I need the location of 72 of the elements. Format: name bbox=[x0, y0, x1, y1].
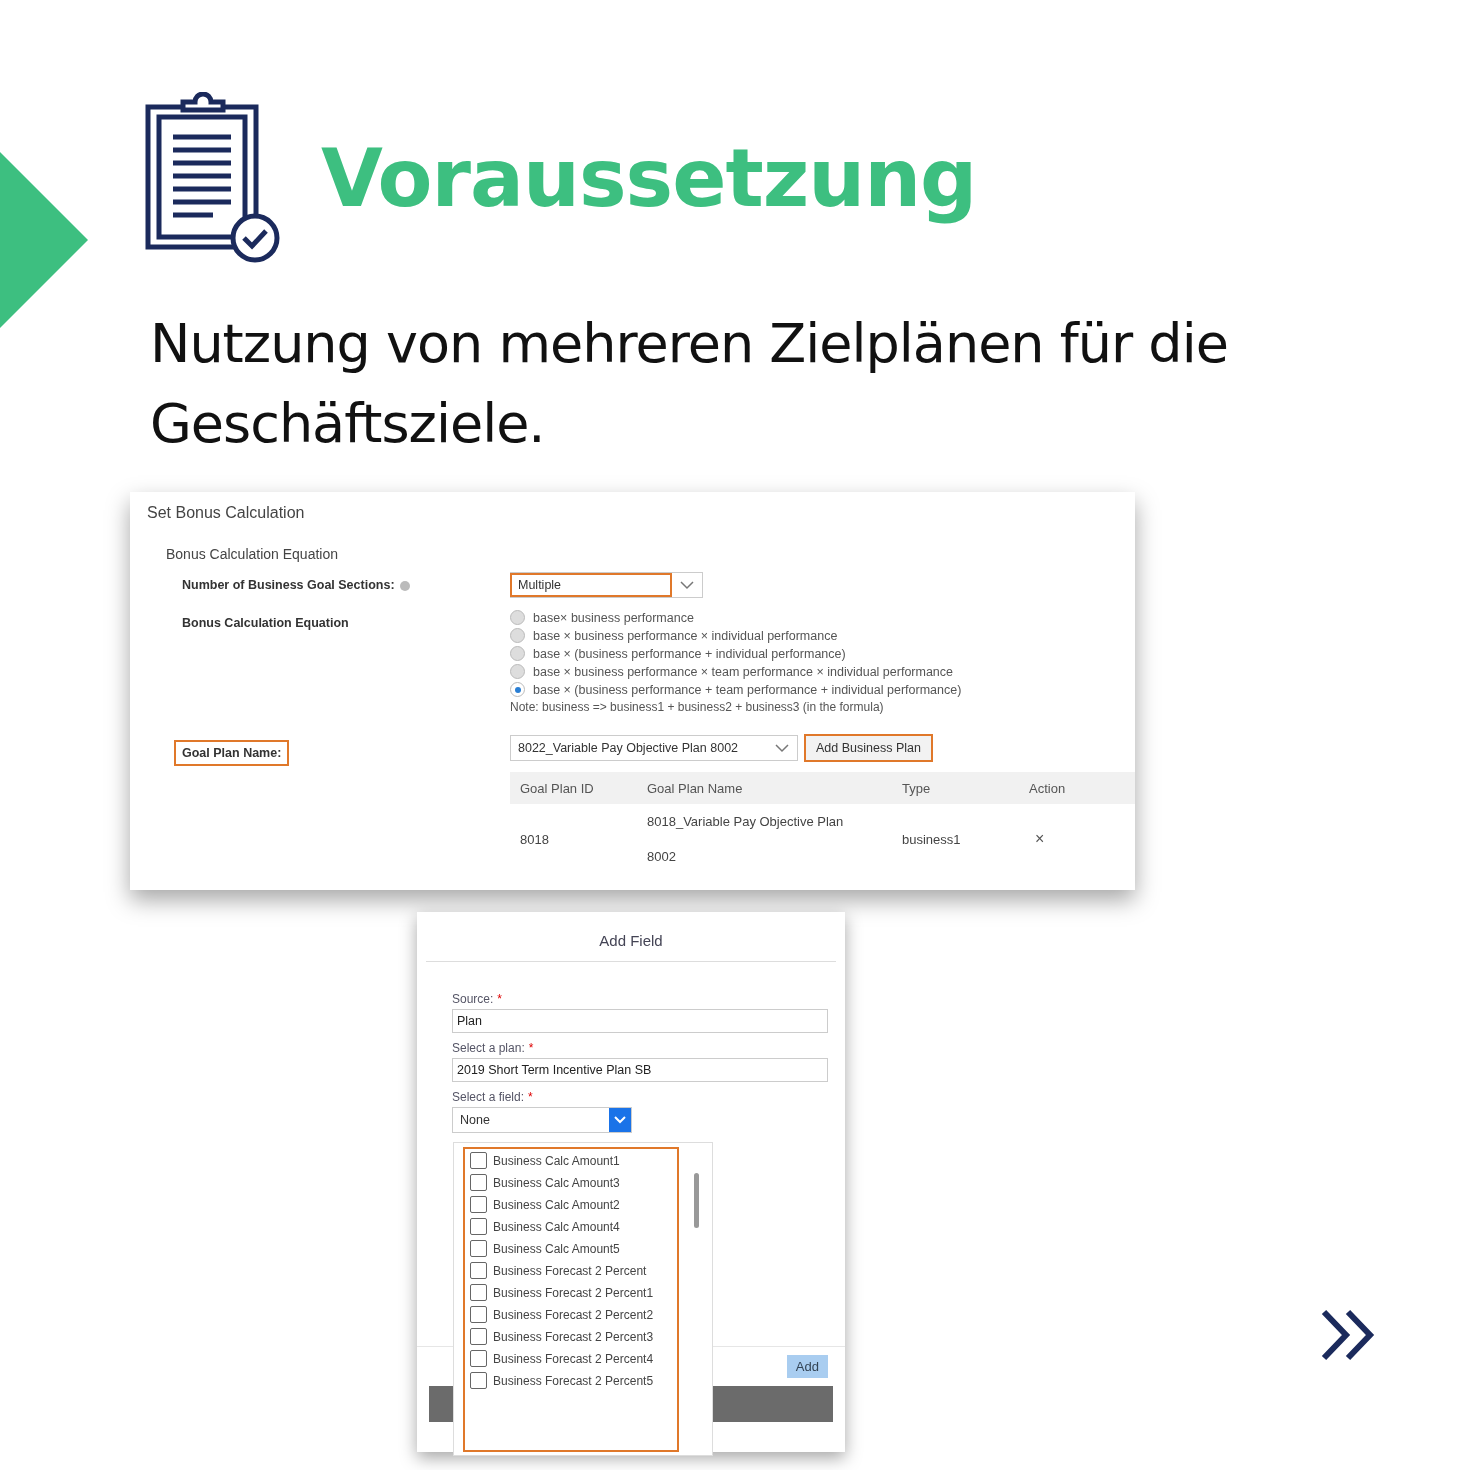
option-label: Business Calc Amount3 bbox=[493, 1175, 620, 1190]
checkbox[interactable] bbox=[470, 1350, 487, 1367]
help-icon bbox=[399, 580, 410, 591]
checkbox[interactable] bbox=[470, 1306, 487, 1323]
required-mark: * bbox=[497, 992, 503, 1006]
clipboard-check-icon bbox=[145, 92, 281, 264]
radio-button[interactable] bbox=[510, 610, 525, 625]
checkbox[interactable] bbox=[470, 1240, 487, 1257]
checkbox[interactable] bbox=[470, 1218, 487, 1235]
option-label: Business Calc Amount4 bbox=[493, 1219, 620, 1234]
table-cell-text: 8018_Variable Pay Objective Plan bbox=[647, 814, 845, 829]
column-header: Type bbox=[901, 780, 932, 796]
checkbox[interactable] bbox=[470, 1152, 487, 1169]
goal-plan-select[interactable]: 8022_Variable Pay Objective Plan 8002 bbox=[510, 735, 798, 761]
scrollbar bbox=[694, 1173, 699, 1228]
section-heading: Bonus Calculation Equation bbox=[166, 546, 339, 562]
panel-title: Set Bonus Calculation bbox=[147, 504, 306, 522]
field-label: Number of Business Goal Sections: bbox=[174, 572, 418, 598]
radio-button[interactable] bbox=[510, 628, 525, 643]
field-label: Bonus Calculation Equation bbox=[181, 615, 350, 632]
option-label: base× business performance bbox=[533, 610, 694, 625]
page-title: Voraussetzung bbox=[321, 131, 977, 225]
option-label: Business Forecast 2 Percent bbox=[493, 1263, 647, 1278]
note-text: Note: business => business1 + business2 + business3 (in the formula) bbox=[510, 700, 885, 714]
checkbox[interactable] bbox=[470, 1372, 487, 1389]
table-cell-text: business1 bbox=[901, 831, 962, 847]
field-label: Source: bbox=[452, 992, 494, 1006]
field-label: Goal Plan Name: bbox=[174, 740, 290, 766]
radio-button[interactable] bbox=[510, 682, 525, 697]
option-label: Business Forecast 2 Percent2 bbox=[493, 1307, 654, 1322]
column-header: Goal Plan Name bbox=[646, 780, 744, 796]
option-label: Business Forecast 2 Percent5 bbox=[493, 1373, 654, 1388]
add-button[interactable]: Add bbox=[786, 1355, 828, 1378]
field-label: Select a plan: bbox=[452, 1041, 525, 1055]
chevron-down-icon bbox=[680, 580, 694, 590]
option-label: base × (business performance + team performance + individual performance) bbox=[533, 682, 962, 697]
option-label: Business Forecast 2 Percent3 bbox=[493, 1329, 654, 1344]
column-header: Action bbox=[1028, 780, 1067, 796]
chevron-down-icon bbox=[775, 743, 789, 753]
option-label: base × business performance × individual performance bbox=[533, 628, 838, 643]
select-value: 8022_Variable Pay Objective Plan 8002 bbox=[517, 740, 740, 757]
checkbox[interactable] bbox=[470, 1196, 487, 1213]
add-business-plan-button[interactable]: Add Business Plan bbox=[804, 734, 933, 762]
subtitle: Nutzung von mehreren Zielplänen für die Geschäftsziele. bbox=[150, 311, 1229, 457]
radio-button[interactable] bbox=[510, 664, 525, 679]
checkbox[interactable] bbox=[470, 1284, 487, 1301]
radio-button[interactable] bbox=[510, 646, 525, 661]
option-label: Business Calc Amount5 bbox=[493, 1241, 620, 1256]
column-header: Goal Plan ID bbox=[519, 780, 595, 796]
select-value: Multiple bbox=[510, 573, 672, 597]
required-mark: * bbox=[528, 1090, 533, 1104]
double-chevron-right-icon[interactable] bbox=[1320, 1308, 1376, 1362]
input-field[interactable]: Plan bbox=[452, 1009, 828, 1033]
input-field[interactable]: 2019 Short Term Incentive Plan SB bbox=[452, 1058, 828, 1082]
option-label: base × (business performance + individual performance) bbox=[533, 646, 846, 661]
table-cell-text: 8002 bbox=[647, 849, 677, 864]
dialog-title: Add Field bbox=[426, 912, 836, 962]
option-label: Business Forecast 2 Percent4 bbox=[493, 1351, 654, 1366]
option-label: Business Calc Amount1 bbox=[493, 1153, 620, 1168]
remove-button[interactable]: × bbox=[1035, 830, 1045, 848]
option-label: base × business performance × team performance × individual performance bbox=[533, 664, 954, 679]
checkbox[interactable] bbox=[470, 1328, 487, 1345]
option-label: Business Forecast 2 Percent1 bbox=[493, 1285, 654, 1300]
field-select[interactable]: None bbox=[452, 1107, 632, 1133]
checkbox[interactable] bbox=[470, 1174, 487, 1191]
sections-select[interactable]: Multiple bbox=[510, 572, 703, 598]
field-label: Select a field: bbox=[452, 1090, 525, 1104]
required-mark: * bbox=[528, 1041, 534, 1055]
checkbox[interactable] bbox=[470, 1262, 487, 1279]
option-label: Business Calc Amount2 bbox=[493, 1197, 620, 1212]
table-cell-text: 8018 bbox=[519, 831, 550, 847]
chevron-down-icon bbox=[614, 1116, 626, 1124]
